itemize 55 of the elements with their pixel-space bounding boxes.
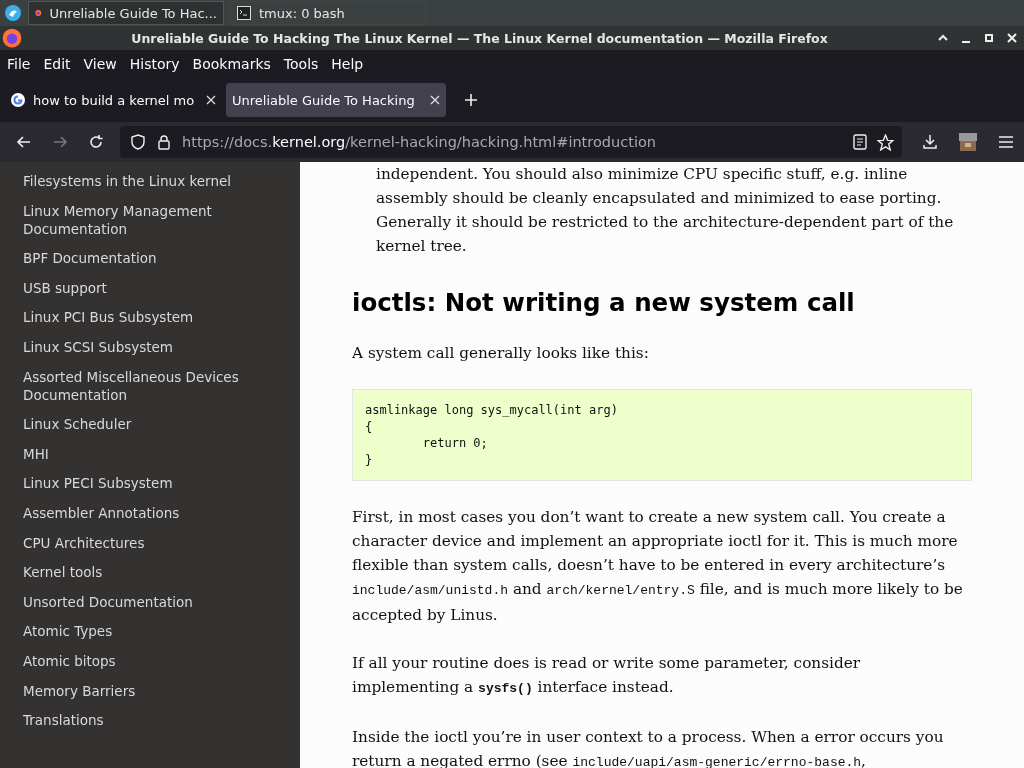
paragraph: First, in most cases you don’t want to create a new system call. You create a character device and implement an appropriate ioctl for it. This is much more flexible than system calls, doesn’t have to be entered in every architecture’s include/asm/unistd.h and arch/kernel/entry.S file, and is much more likely to be accepted by Linus. <box>352 507 964 626</box>
sidebar-link[interactable]: Filesystems in the Linux kernel <box>23 170 300 200</box>
sidebar-link[interactable]: Linux Scheduler <box>23 413 300 443</box>
google-icon <box>10 92 26 108</box>
reload-icon[interactable] <box>88 134 104 150</box>
sidebar-link[interactable]: Linux Memory Management Documentation <box>23 199 300 248</box>
code-block: asmlinkage long sys_mycall(int arg) { return 0; } <box>352 389 972 481</box>
terminal-icon <box>237 6 251 20</box>
menu-item[interactable]: Help <box>331 56 364 72</box>
browser-tab[interactable]: how to build a kernel mo <box>4 83 222 117</box>
sidebar-link[interactable]: Atomic bitops <box>23 649 300 680</box>
close-icon[interactable] <box>430 95 440 105</box>
maximize-icon[interactable] <box>983 32 995 44</box>
sidebar-link[interactable]: CPU Architectures <box>23 531 300 562</box>
sidebar-link[interactable]: Assembler Annotations <box>23 501 300 532</box>
sidebar-link[interactable]: Assorted Miscellaneous Devices Documentation <box>23 365 300 414</box>
sidebar-link[interactable]: Kernel tools <box>23 561 300 591</box>
menu-item[interactable]: Edit <box>43 56 71 72</box>
sidebar-link[interactable]: Linux PECI Subsystem <box>23 472 300 502</box>
taskbar-task[interactable]: tmux: 0 bash <box>230 1 426 25</box>
sidebar-link[interactable]: USB support <box>23 276 300 307</box>
sidebar-link[interactable]: Unsorted Documentation <box>23 590 300 621</box>
window-title: Unreliable Guide To Hacking The Linux Kernel — The Linux Kernel documentation — Mozilla Firefox <box>130 30 829 46</box>
back-icon[interactable] <box>16 134 32 150</box>
menu-item[interactable]: Bookmarks <box>192 56 271 72</box>
close-icon[interactable] <box>206 95 216 105</box>
close-icon[interactable] <box>1006 32 1018 44</box>
menu-item[interactable]: Tools <box>283 56 319 72</box>
shield-icon[interactable] <box>130 134 146 150</box>
address-bar[interactable]: https://docs.kernel.org/kernel-hacking/hacking.html#introduction <box>120 126 902 158</box>
reader-view-icon[interactable] <box>853 134 867 150</box>
sidebar-link[interactable]: Translations <box>23 709 300 739</box>
firefox-icon <box>2 28 22 48</box>
menu-item[interactable]: File <box>7 56 31 72</box>
sidebar-link[interactable]: MHI <box>23 442 300 473</box>
lock-icon[interactable] <box>156 134 172 150</box>
menu-item[interactable]: History <box>129 56 180 72</box>
menu-icon[interactable] <box>998 135 1014 149</box>
paragraph: If all your routine does is read or write some parameter, consider implementing a sysfs() interface instead. <box>352 653 862 698</box>
app-launcher-icon[interactable] <box>4 4 22 22</box>
forward-icon[interactable] <box>52 134 68 150</box>
star-icon[interactable] <box>877 133 894 151</box>
sidebar-link[interactable]: Linux SCSI Subsystem <box>23 335 300 366</box>
paragraph: A system call generally looks like this: <box>352 343 650 364</box>
menu-item[interactable]: View <box>83 56 117 72</box>
new-tab-icon[interactable] <box>464 93 478 107</box>
section-heading: ioctls: Not writing a new system call <box>352 288 856 317</box>
sidebar-link[interactable]: Linux PCI Bus Subsystem <box>23 306 300 336</box>
taskbar-task[interactable]: Unreliable Guide To Hac... <box>28 1 224 25</box>
paragraph: independent. You should also minimize CPU specific stuff, e.g. inline assembly should be cleanly encapsulated and minimized to ease porting. Generally it should be restricted to the architecture-dependent part of the kernel tree. <box>375 164 955 257</box>
download-icon[interactable] <box>922 134 938 150</box>
sidebar-link[interactable]: BPF Documentation <box>23 247 300 277</box>
browser-tab[interactable]: Unreliable Guide To Hacking <box>226 83 446 117</box>
sidebar-link[interactable]: Atomic Types <box>23 620 300 650</box>
sidebar-link[interactable]: Memory Barriers <box>23 679 300 710</box>
